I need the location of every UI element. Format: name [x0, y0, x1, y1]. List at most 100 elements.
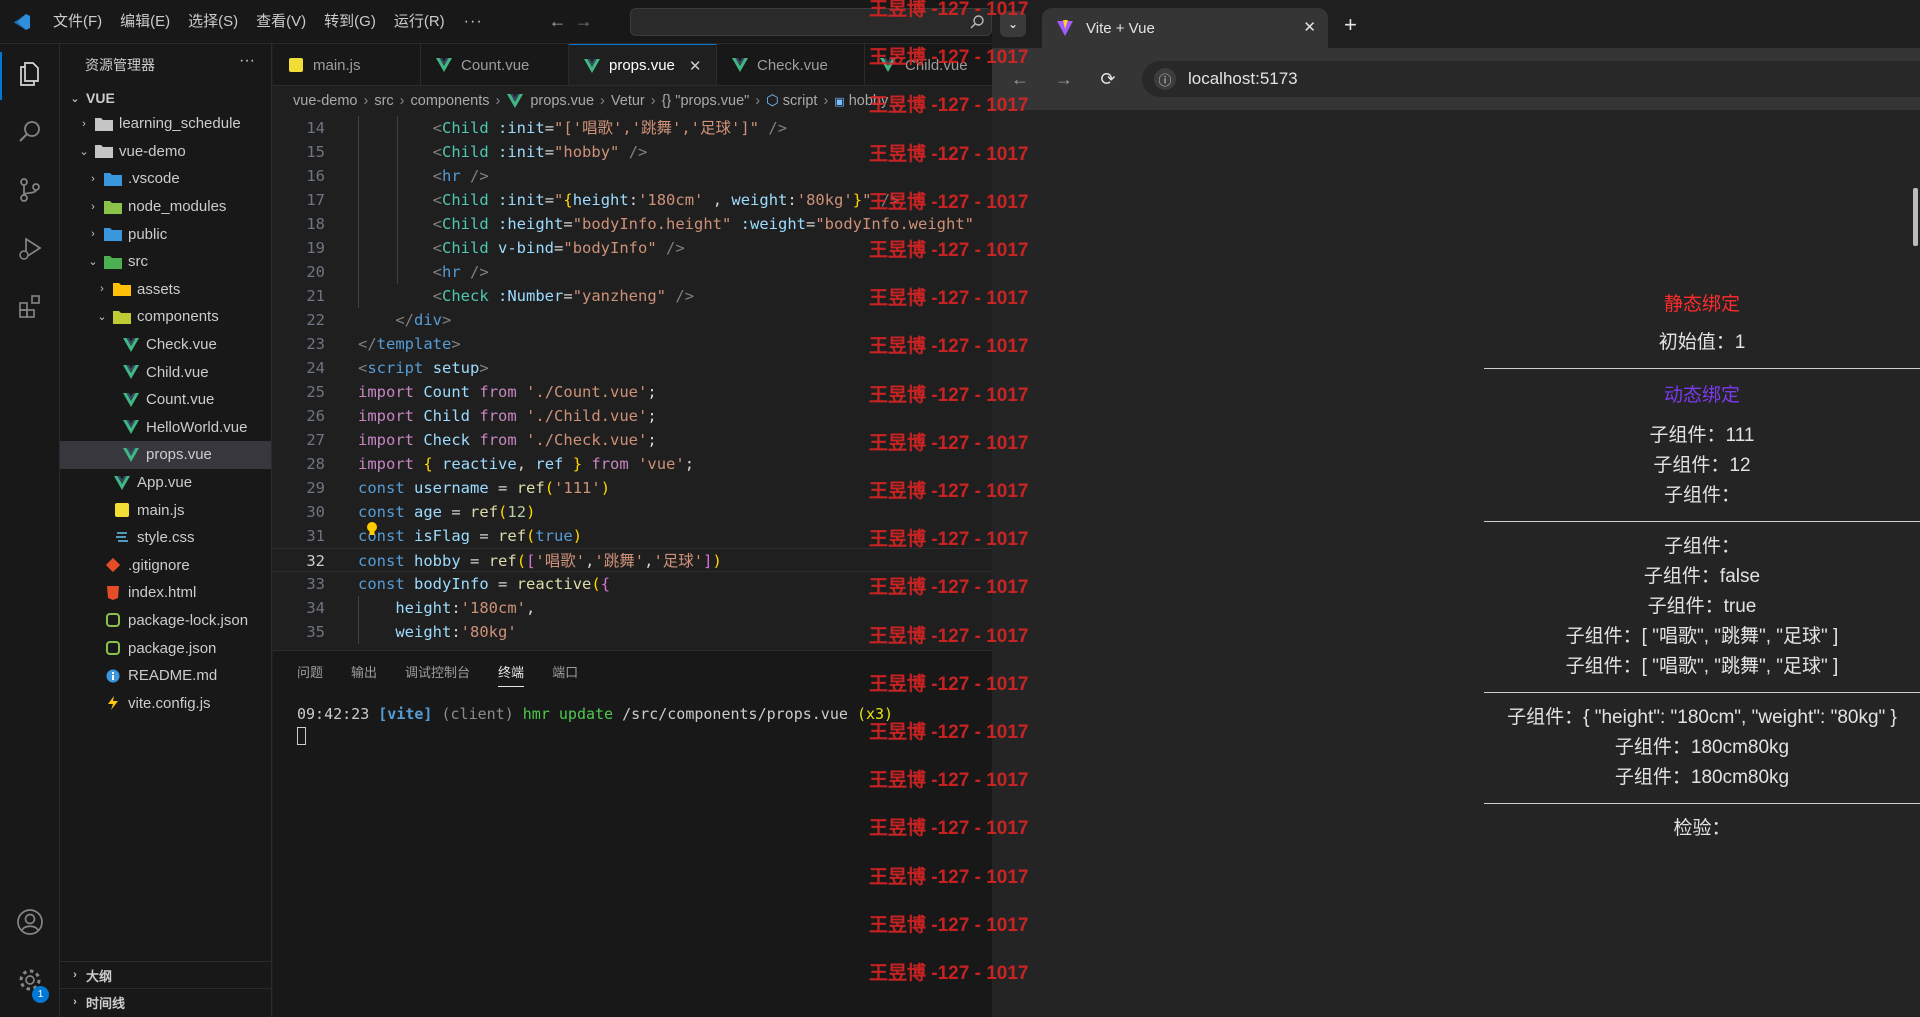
editor-tab[interactable]: props.vue ✕ — [569, 44, 717, 85]
browser-forward-icon[interactable]: → — [1042, 69, 1086, 90]
tree-item[interactable]: ⌄ components — [60, 303, 271, 331]
breadcrumb-separator-icon: › — [600, 93, 605, 109]
breadcrumb-item[interactable]: src — [374, 93, 393, 109]
line-number: 24 — [306, 359, 325, 377]
tree-item[interactable]: Check.vue — [60, 331, 271, 359]
npm-file-icon — [104, 640, 122, 656]
site-info-icon[interactable]: ⓘ — [1154, 68, 1176, 90]
breadcrumb-item[interactable]: props.vue — [530, 93, 594, 109]
explorer-icon[interactable] — [12, 56, 48, 92]
reload-icon[interactable]: ⟳ — [1086, 69, 1130, 90]
editor-tab[interactable]: Check.vue — [717, 44, 865, 85]
tab-close-icon[interactable]: ✕ — [1303, 18, 1316, 36]
breadcrumb-item[interactable]: Vetur — [611, 93, 645, 109]
child-component-line: 子组件：[ "唱歌", "跳舞", "足球" ] — [1565, 656, 1839, 677]
vue-file-icon — [731, 57, 749, 73]
vscode-logo-icon — [0, 0, 44, 44]
breadcrumb-item[interactable]: script — [783, 93, 818, 109]
tree-item[interactable]: App.vue — [60, 469, 271, 497]
tree-item[interactable]: props.vue — [60, 441, 271, 469]
tree-item[interactable]: ⌄ src — [60, 248, 271, 276]
new-tab-button[interactable]: + — [1344, 12, 1357, 38]
watermark-text: 王昱博 -127 - 1017 — [869, 529, 1029, 551]
editor-tab[interactable]: main.js — [273, 44, 421, 85]
active-indicator — [0, 52, 2, 100]
chevron-right-icon: › — [91, 200, 95, 213]
panel-tab[interactable]: 端口 — [552, 651, 578, 695]
breadcrumb-item[interactable]: components — [411, 93, 490, 109]
tree-item[interactable]: Count.vue — [60, 386, 271, 414]
watermark-text: 王昱博 -127 - 1017 — [869, 432, 1029, 454]
tree-item[interactable]: › learning_schedule — [60, 110, 271, 138]
browser-back-icon[interactable]: ← — [998, 69, 1042, 90]
panel-tab[interactable]: 输出 — [351, 651, 377, 695]
title-bar: 文件(F) 编辑(E) 选择(S) 查看(V) 转到(G) 运行(R) ··· ← → — [0, 0, 992, 44]
tree-item[interactable]: › assets — [60, 276, 271, 304]
tree-item[interactable]: index.html — [60, 579, 271, 607]
tree-item[interactable]: .gitignore — [60, 552, 271, 580]
outline-section[interactable]: › 大纲 — [60, 961, 272, 988]
tree-item[interactable]: › node_modules — [60, 193, 271, 221]
line-number: 31 — [306, 527, 325, 545]
browser-tab[interactable]: Vite + Vue ✕ — [1042, 8, 1328, 48]
initial-value: 初始值：1 — [1658, 332, 1746, 353]
menu-item[interactable]: 运行(R) — [385, 8, 454, 36]
menu-item[interactable]: 查看(V) — [247, 8, 315, 36]
vue-file-icon — [122, 392, 140, 408]
run-debug-icon[interactable] — [12, 230, 48, 266]
divider — [1484, 368, 1920, 369]
panel-tab[interactable]: 终端 — [498, 651, 525, 695]
watermark-text: 王昱博 -127 - 1017 — [869, 625, 1029, 647]
tree-item[interactable]: README.md — [60, 662, 271, 690]
menu-more-button[interactable]: ··· — [454, 13, 493, 31]
code-line: 22 </div> — [273, 308, 992, 332]
watermark-text: 王昱博 -127 - 1017 — [869, 963, 1029, 984]
tree-item[interactable]: › .vscode — [60, 165, 271, 193]
menu-item[interactable]: 选择(S) — [179, 8, 247, 36]
tree-item[interactable]: style.css — [60, 524, 271, 552]
code-text: <hr /> — [432, 263, 489, 281]
extensions-icon[interactable] — [12, 288, 48, 324]
tab-close-icon[interactable]: ✕ — [689, 57, 702, 75]
tree-item[interactable]: main.js — [60, 496, 271, 524]
tree-item-label: learning_schedule — [119, 115, 241, 133]
address-bar[interactable]: ⓘ localhost:5173 — [1142, 61, 1920, 97]
watermark-text: 王昱博 -127 - 1017 — [869, 722, 1029, 743]
editor-tab[interactable]: Count.vue — [421, 44, 569, 85]
menu-item[interactable]: 编辑(E) — [111, 8, 179, 36]
tree-item[interactable]: vite.config.js — [60, 689, 271, 717]
scrollbar-thumb[interactable] — [1913, 188, 1918, 246]
page-content: 静态绑定 初始值：1 动态绑定 子组件：111 子组件：12 子组件： 子组件： 子组… — [992, 110, 1920, 1017]
css-file-icon — [113, 530, 131, 546]
watermark-text: 王昱博 -127 - 1017 — [869, 818, 1029, 840]
tree-item[interactable]: package-lock.json — [60, 607, 271, 635]
search-icon[interactable] — [12, 114, 48, 150]
watermark-text: 王昱博 -127 - 1017 — [869, 336, 1029, 358]
tree-item[interactable]: › public — [60, 220, 271, 248]
workspace-root[interactable]: ⌄ VUE — [60, 86, 271, 110]
menu-item[interactable]: 转到(G) — [315, 8, 385, 36]
source-control-icon[interactable] — [12, 172, 48, 208]
tab-label: main.js — [313, 56, 361, 74]
watermark-text: 王昱博 -127 - 1017 — [869, 673, 1029, 695]
dynamic-child-list: 子组件：111 子组件：12 子组件： — [1484, 421, 1920, 511]
timeline-section[interactable]: › 时间线 — [60, 988, 272, 1015]
tree-item[interactable]: HelloWorld.vue — [60, 414, 271, 442]
line-number: 25 — [306, 383, 325, 401]
tree-item[interactable]: package.json — [60, 634, 271, 662]
forward-arrow-icon[interactable]: → — [571, 11, 597, 32]
panel-tab[interactable]: 调试控制台 — [405, 651, 470, 695]
back-arrow-icon[interactable]: ← — [545, 11, 571, 32]
panel-tab[interactable]: 问题 — [297, 651, 323, 695]
tree-item[interactable]: Child.vue — [60, 358, 271, 386]
account-icon[interactable] — [12, 904, 48, 940]
breadcrumb-item[interactable]: vue-demo — [293, 93, 357, 109]
menu-item[interactable]: 文件(F) — [44, 8, 111, 36]
breadcrumb-item[interactable]: {} "props.vue" — [662, 93, 750, 109]
code-line: 14 <Child :init="['唱歌','跳舞','足球']" /> — [273, 116, 992, 140]
code-text: const bodyInfo = reactive({ — [358, 575, 611, 593]
lightbulb-icon[interactable] — [363, 520, 381, 538]
breadcrumb-separator-icon: › — [495, 93, 501, 109]
explorer-more-button[interactable]: ··· — [239, 52, 255, 70]
tree-item[interactable]: ⌄ vue-demo — [60, 138, 271, 166]
